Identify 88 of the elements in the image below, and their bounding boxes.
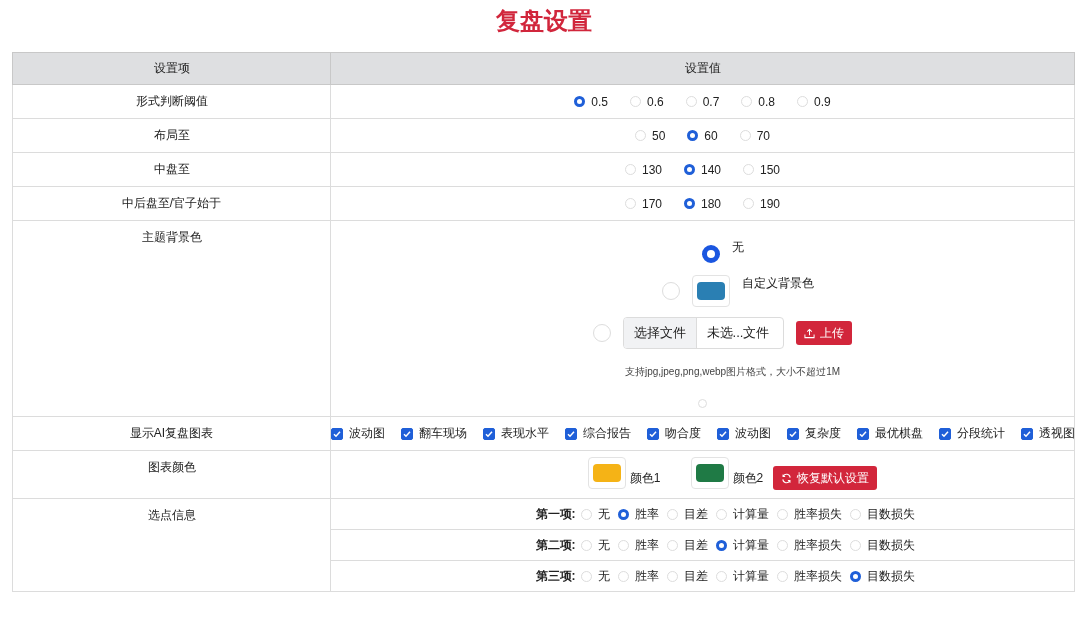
radio-option[interactable]: 0.7 xyxy=(685,94,720,109)
setting-label: 布局至 xyxy=(153,128,190,142)
setting-label: 中后盘至/官子始于 xyxy=(121,196,222,210)
radio-option[interactable]: 180 xyxy=(684,196,721,211)
radio-option[interactable]: 0.8 xyxy=(741,94,776,109)
radio-option[interactable]: 目数损失 xyxy=(849,536,915,554)
radio-option[interactable]: 目差 xyxy=(666,567,708,585)
item-label: 第三项: xyxy=(535,567,576,585)
upload-button[interactable]: 上传 xyxy=(796,321,853,345)
radio-button[interactable] xyxy=(684,198,695,209)
checkbox[interactable] xyxy=(646,427,659,440)
radio-option[interactable]: 目差 xyxy=(666,505,708,523)
checkbox-option[interactable]: 透视图 xyxy=(1020,425,1075,442)
radio-button[interactable] xyxy=(684,164,695,175)
radio-option[interactable]: 胜率 xyxy=(617,567,659,585)
radio-option[interactable]: 无 xyxy=(580,536,610,554)
checkbox-option[interactable]: 分段统计 xyxy=(938,425,1005,442)
radio-option[interactable]: 计算量 xyxy=(715,536,769,554)
radio-option[interactable]: 0.5 xyxy=(574,94,608,109)
checkbox-option[interactable]: 波动图 xyxy=(330,425,385,442)
radio-option[interactable]: 130 xyxy=(624,162,662,177)
checkbox[interactable] xyxy=(938,427,951,440)
color-picker[interactable] xyxy=(587,457,626,489)
radio-option[interactable]: 70 xyxy=(739,128,771,143)
column-header: 设置值 xyxy=(330,52,1075,85)
column-header: 设置项 xyxy=(12,52,331,85)
radio-option[interactable]: 计算量 xyxy=(715,567,769,585)
checkbox-option[interactable]: 波动图 xyxy=(716,425,771,442)
radio-button[interactable] xyxy=(701,245,720,263)
checkbox-option[interactable]: 复杂度 xyxy=(786,425,841,442)
setting-label: 中盘至 xyxy=(153,162,190,176)
radio-option[interactable]: 150 xyxy=(743,162,781,177)
checkbox-option[interactable]: 综合报告 xyxy=(564,425,631,442)
radio-option[interactable]: 140 xyxy=(684,162,721,177)
setting-label: 主题背景色 xyxy=(141,230,202,244)
page-title: 复盘设置 xyxy=(494,6,593,36)
radio-button[interactable] xyxy=(687,130,699,141)
radio-button[interactable] xyxy=(574,96,586,107)
setting-label: 显示AI复盘图表 xyxy=(129,426,214,440)
radio-button[interactable] xyxy=(715,539,727,551)
checkbox[interactable] xyxy=(482,427,495,440)
radio-option[interactable]: 无 xyxy=(580,505,610,523)
radio-option[interactable]: 170 xyxy=(624,196,662,211)
refresh-icon xyxy=(781,472,793,484)
radio-option[interactable]: 胜率损失 xyxy=(776,536,842,554)
checkbox-option[interactable]: 最优棋盘 xyxy=(856,425,923,442)
radio-option[interactable]: 0.9 xyxy=(797,94,831,109)
radio-option[interactable]: 胜率损失 xyxy=(776,505,842,523)
setting-label: 图表颜色 xyxy=(147,460,196,474)
checkbox[interactable] xyxy=(716,427,729,440)
radio-option[interactable]: 190 xyxy=(743,196,781,211)
checkbox[interactable] xyxy=(1020,427,1033,440)
checkbox-option[interactable]: 表现水平 xyxy=(482,425,549,442)
radio-option[interactable]: 目数损失 xyxy=(849,505,915,523)
checkbox[interactable] xyxy=(400,427,413,440)
color-picker[interactable] xyxy=(691,275,730,307)
radio-option[interactable]: 计算量 xyxy=(715,505,769,523)
radio-option[interactable]: 60 xyxy=(687,128,718,143)
choose-file-button[interactable]: 选择文件 xyxy=(623,318,697,348)
radio-option[interactable]: 胜率 xyxy=(617,505,659,523)
radio-option[interactable]: 0.6 xyxy=(629,94,664,109)
checkbox[interactable] xyxy=(564,427,577,440)
radio-option[interactable]: 胜率损失 xyxy=(776,567,842,585)
color-label: 颜色1 xyxy=(629,470,661,487)
upload-icon xyxy=(804,327,816,339)
radio-button[interactable] xyxy=(617,508,629,520)
option-label: 自定义背景色 xyxy=(741,275,814,292)
checkbox[interactable] xyxy=(786,427,799,440)
radio-option[interactable]: 胜率 xyxy=(617,536,659,554)
color-label: 颜色2 xyxy=(732,470,764,487)
item-label: 第一项: xyxy=(535,505,576,523)
setting-label: 形式判断阈值 xyxy=(135,94,208,108)
file-field[interactable]: 选择文件 未选...文件 xyxy=(622,317,785,349)
item-label: 第二项: xyxy=(535,536,576,554)
checkbox-option[interactable]: 吻合度 xyxy=(646,425,701,442)
color-picker[interactable] xyxy=(690,457,729,489)
reset-button[interactable]: 恢复默认设置 xyxy=(773,466,878,490)
file-name: 未选...文件 xyxy=(705,324,771,342)
checkbox[interactable] xyxy=(856,427,869,440)
radio-option[interactable]: 无 xyxy=(580,567,610,585)
radio-option[interactable]: 50 xyxy=(634,128,666,143)
checkbox-option[interactable]: 翻车现场 xyxy=(400,425,467,442)
radio-option[interactable]: 目差 xyxy=(666,536,708,554)
radio-option[interactable]: 目数损失 xyxy=(849,567,915,585)
hint-text: 支持jpg,jpeg,png,webp图片格式，大小不超过1M xyxy=(624,365,841,379)
setting-label: 选点信息 xyxy=(147,508,196,522)
option-label: 无 xyxy=(731,239,744,256)
radio-button[interactable] xyxy=(849,570,861,582)
